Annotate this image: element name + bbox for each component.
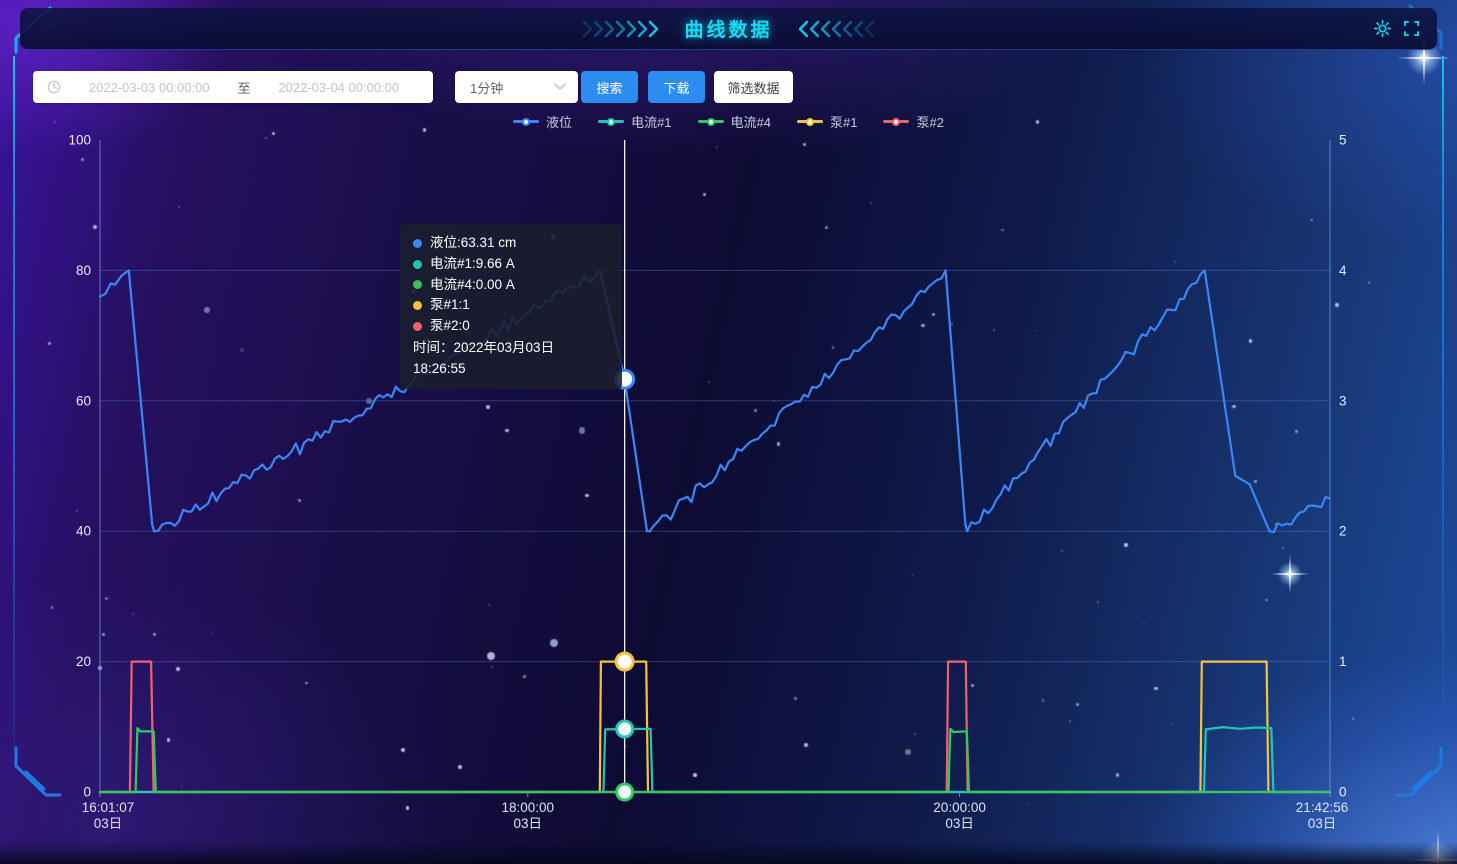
x-tick-label: 03日 bbox=[514, 816, 543, 831]
y-right-tick-label: 2 bbox=[1339, 524, 1347, 539]
legend-label: 泵#2 bbox=[916, 112, 943, 131]
header-bar: 曲线数据 bbox=[20, 8, 1437, 50]
gear-icon[interactable] bbox=[1374, 20, 1391, 37]
crosshair-marker bbox=[617, 721, 633, 737]
y-right-tick-label: 4 bbox=[1339, 263, 1347, 278]
series-dot-current-1 bbox=[413, 260, 422, 269]
x-tick-label: 03日 bbox=[945, 816, 974, 831]
page-title: 曲线数据 bbox=[684, 15, 772, 42]
tooltip-row: 液位:63.31 cm bbox=[413, 233, 609, 254]
tooltip-time: 时间：2022年03月03日 18:26:55 bbox=[413, 338, 609, 380]
x-tick-label: 16:01:07 bbox=[82, 800, 135, 815]
tooltip-text: 电流#4:0.00 A bbox=[430, 275, 515, 296]
legend-label: 电流#4 bbox=[731, 112, 771, 131]
x-tick-label: 21:42:56 bbox=[1296, 800, 1349, 815]
y-right-tick-label: 3 bbox=[1339, 393, 1347, 408]
legend-item-current-4[interactable]: 电流#4 bbox=[698, 112, 771, 131]
y-left-tick-label: 0 bbox=[83, 785, 91, 800]
legend-marker bbox=[797, 120, 823, 123]
legend-item-pump-1[interactable]: 泵#1 bbox=[797, 112, 857, 131]
tooltip-text: 泵#2:0 bbox=[430, 316, 470, 337]
series-dot-liquid-level bbox=[413, 239, 422, 248]
chart-tooltip: 液位:63.31 cm 电流#1:9.66 A 电流#4:0.00 A 泵#1:… bbox=[400, 224, 622, 389]
y-left-tick-label: 20 bbox=[76, 654, 91, 669]
series-line-pump-2 bbox=[100, 662, 1330, 792]
dashboard-root: { "header": { "title": "曲线数据" }, "toolba… bbox=[0, 0, 1457, 864]
y-right-tick-label: 1 bbox=[1339, 654, 1347, 669]
series-line-current-1 bbox=[100, 727, 1330, 792]
series-dot-current-4 bbox=[413, 280, 422, 289]
tooltip-row: 电流#4:0.00 A bbox=[413, 275, 609, 296]
series-dot-pump-2 bbox=[413, 322, 422, 331]
tooltip-row: 电流#1:9.66 A bbox=[413, 254, 609, 275]
y-left-tick-label: 40 bbox=[76, 524, 91, 539]
y-left-tick-label: 80 bbox=[76, 263, 91, 278]
crosshair-marker bbox=[617, 784, 633, 800]
x-tick-label: 03日 bbox=[1308, 816, 1337, 831]
series-line-pump-1 bbox=[100, 662, 1330, 792]
chevrons-right-icon bbox=[582, 20, 666, 38]
chart-legend: 液位 电流#1 电流#4 泵#1 泵#2 bbox=[0, 112, 1457, 131]
legend-item-current-1[interactable]: 电流#1 bbox=[598, 112, 671, 131]
crosshair-marker bbox=[616, 653, 633, 670]
tooltip-text: 液位:63.31 cm bbox=[430, 233, 516, 254]
tooltip-text: 泵#1:1 bbox=[430, 295, 470, 316]
y-left-tick-label: 60 bbox=[76, 393, 91, 408]
x-tick-label: 18:00:00 bbox=[501, 800, 554, 815]
legend-label: 液位 bbox=[546, 112, 572, 131]
series-dot-pump-1 bbox=[413, 301, 422, 310]
series-line-current-4 bbox=[100, 728, 1330, 792]
legend-label: 电流#1 bbox=[631, 112, 671, 131]
y-right-tick-label: 5 bbox=[1339, 133, 1347, 148]
y-right-tick-label: 0 bbox=[1339, 785, 1347, 800]
x-tick-label: 03日 bbox=[94, 816, 123, 831]
legend-marker bbox=[598, 120, 624, 123]
tooltip-row: 泵#1:1 bbox=[413, 295, 609, 316]
x-tick-label: 20:00:00 bbox=[933, 800, 986, 815]
legend-marker bbox=[513, 120, 539, 123]
legend-item-liquid-level[interactable]: 液位 bbox=[513, 112, 572, 131]
tooltip-row: 泵#2:0 bbox=[413, 316, 609, 337]
chevrons-left-icon bbox=[791, 20, 875, 38]
legend-item-pump-2[interactable]: 泵#2 bbox=[883, 112, 943, 131]
fullscreen-icon[interactable] bbox=[1404, 21, 1419, 36]
tooltip-text: 电流#1:9.66 A bbox=[430, 254, 515, 275]
legend-marker bbox=[698, 120, 724, 123]
legend-label: 泵#1 bbox=[830, 112, 857, 131]
legend-marker bbox=[883, 120, 909, 123]
y-left-tick-label: 100 bbox=[68, 133, 91, 148]
